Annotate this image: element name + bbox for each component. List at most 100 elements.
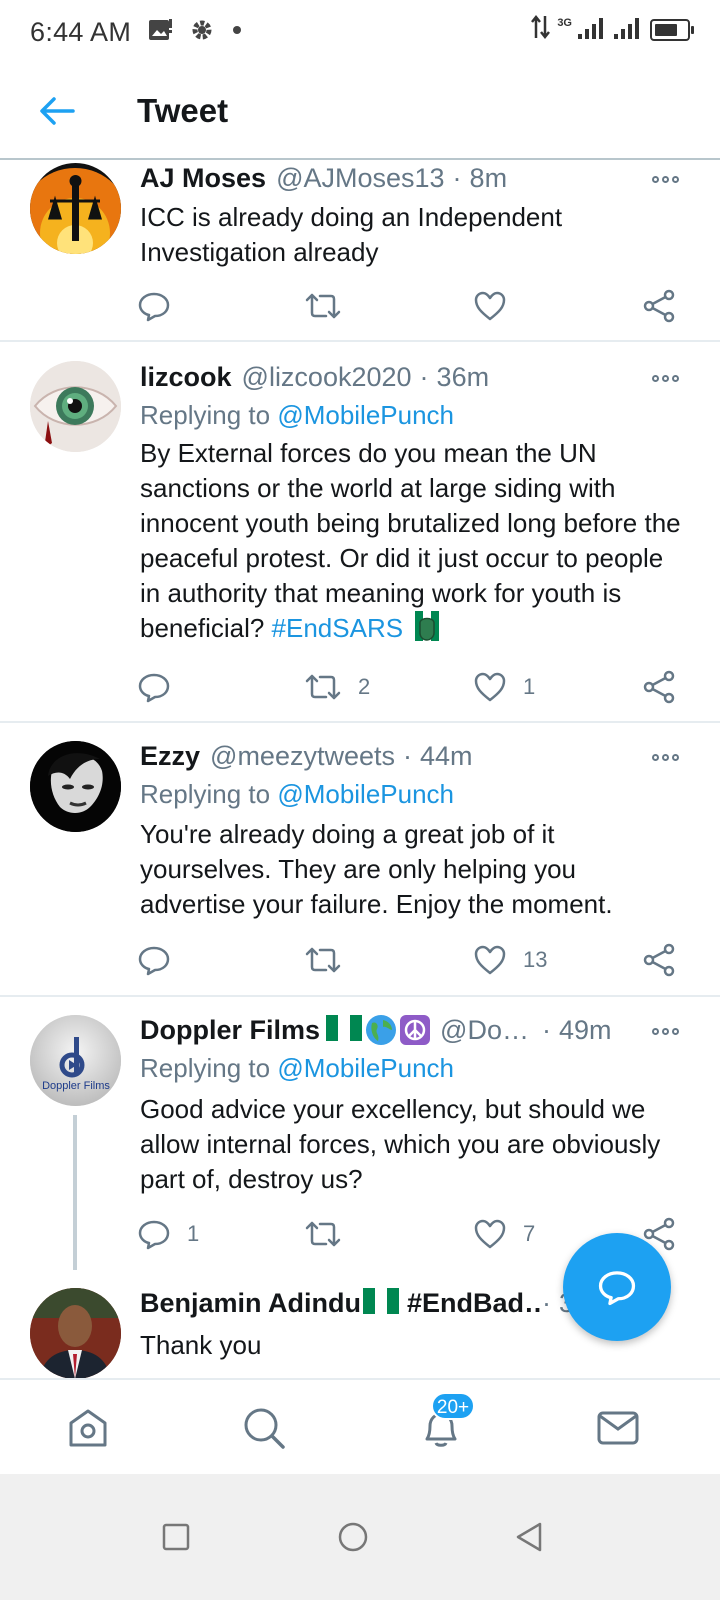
retweet-icon	[305, 1221, 341, 1247]
tab-messages[interactable]	[573, 1380, 663, 1476]
heart-icon	[474, 1219, 506, 1249]
tweet-item[interactable]: lizcook @lizcook2020 · 36m Replying to @…	[0, 342, 720, 723]
more-options-button[interactable]	[640, 363, 690, 393]
status-icons-right: 3G	[531, 14, 694, 45]
replying-to-label: Replying to	[140, 1053, 271, 1083]
author-name[interactable]: Doppler Films	[140, 1015, 320, 1046]
doppler-logo-text: Doppler Films	[42, 1080, 110, 1092]
retweet-button[interactable]	[304, 286, 342, 326]
author-handle[interactable]: @Do…	[440, 1015, 529, 1046]
heart-icon	[474, 945, 506, 975]
nigeria-flag-icon	[326, 1015, 363, 1041]
like-button[interactable]: 7	[473, 1214, 535, 1254]
status-time: 6:44 AM	[30, 16, 132, 47]
more-options-button[interactable]	[640, 742, 690, 772]
reply-button[interactable]	[137, 940, 171, 980]
author-name-hashtag: #EndBad…	[407, 1288, 540, 1318]
retweet-icon	[305, 674, 341, 700]
tweet-time: 44m	[420, 741, 473, 771]
tweet-time-group: · 49m	[534, 1015, 610, 1046]
notifications-badge: 20+	[431, 1392, 475, 1420]
author-handle[interactable]: @meezytweets	[210, 741, 395, 772]
reply-feed: AJ Moses @AJMoses13 · 8m ICC is already …	[0, 160, 720, 1405]
signal-icon-2	[614, 14, 644, 45]
settings-notification-icon	[189, 17, 215, 48]
more-notifications-dot-icon	[231, 23, 243, 41]
share-icon	[643, 943, 675, 977]
reply-icon	[598, 1271, 636, 1306]
separator: ·	[419, 362, 429, 392]
separator: ·	[403, 741, 412, 771]
share-button[interactable]	[642, 667, 676, 707]
triangle-back-icon	[516, 1522, 542, 1552]
author-name[interactable]: AJ Moses	[140, 163, 266, 194]
bottom-tab-bar	[0, 1378, 720, 1474]
author-name[interactable]: lizcook	[140, 362, 232, 393]
avatar[interactable]	[30, 361, 121, 452]
tweet-text-block: By External forces do you mean the UN sa…	[140, 436, 685, 646]
share-button[interactable]	[642, 286, 676, 326]
retweet-button[interactable]: 2	[304, 667, 370, 707]
like-button[interactable]: 13	[473, 940, 547, 980]
tweet-text: You're already doing a great job of it y…	[140, 819, 613, 919]
heart-icon	[474, 291, 506, 321]
globe-icon	[366, 1015, 397, 1045]
share-button[interactable]	[642, 940, 676, 980]
more-options-button[interactable]	[640, 164, 690, 194]
tweet-header: AJ Moses @AJMoses13 · 8m	[140, 163, 640, 194]
reply-button[interactable]: 1	[137, 1214, 199, 1254]
status-icons-left	[147, 17, 243, 48]
circle-icon	[338, 1522, 368, 1552]
arrow-left-icon	[40, 97, 75, 125]
avatar[interactable]	[30, 163, 121, 254]
back-button[interactable]	[27, 81, 87, 141]
nigeria-flag-icon	[363, 1288, 399, 1314]
more-options-button[interactable]	[640, 1016, 690, 1046]
replying-to-mention[interactable]: @MobilePunch	[277, 779, 454, 809]
like-button[interactable]: 1	[473, 667, 535, 707]
status-bar: 6:44 AM 3G	[0, 0, 720, 64]
like-button[interactable]	[473, 286, 507, 326]
compose-reply-button[interactable]	[563, 1233, 671, 1341]
recent-apps-button[interactable]	[141, 1502, 211, 1572]
reply-icon	[138, 946, 170, 976]
tweet-actions: 13	[0, 940, 720, 980]
reply-button[interactable]	[137, 286, 171, 326]
author-name[interactable]: Ezzy	[140, 741, 200, 772]
avatar[interactable]	[30, 741, 121, 832]
tweet-item[interactable]: Ezzy @meezytweets · 44m Replying to @Mob…	[0, 723, 720, 997]
heart-icon	[474, 672, 506, 702]
mail-icon	[597, 1411, 639, 1445]
peace-symbol-icon	[400, 1015, 431, 1045]
tweet-actions: 2 1	[0, 667, 720, 707]
tweet-time: 36m	[436, 362, 490, 392]
reply-button[interactable]	[137, 667, 171, 707]
gallery-notification-icon	[147, 17, 173, 48]
tweet-item[interactable]: AJ Moses @AJMoses13 · 8m ICC is already …	[0, 160, 720, 342]
author-name[interactable]: Benjamin Adindu	[140, 1288, 361, 1319]
retweet-icon	[305, 293, 341, 319]
avatar[interactable]	[30, 1288, 121, 1379]
author-handle[interactable]: @lizcook2020	[242, 362, 412, 393]
tab-search[interactable]	[219, 1380, 309, 1476]
retweet-button[interactable]	[304, 1214, 342, 1254]
retweet-button[interactable]	[304, 940, 342, 980]
back-nav-button[interactable]	[494, 1502, 564, 1572]
tweet-item[interactable]: Doppler Films Doppler Films @Do… · 49m R…	[0, 997, 720, 1270]
author-handle[interactable]: @AJMoses13	[276, 163, 444, 194]
tweet-time: 49m	[559, 1015, 610, 1045]
hashtag-link[interactable]: #EndSARS	[272, 613, 404, 643]
home-nav-button[interactable]	[318, 1502, 388, 1572]
top-app-bar: Tweet	[0, 64, 720, 160]
tweet-actions	[0, 286, 720, 326]
tweet-text: ICC is already doing an Independent Inve…	[140, 202, 563, 267]
system-nav-bar	[0, 1474, 720, 1600]
replying-to-mention[interactable]: @MobilePunch	[277, 1053, 454, 1083]
replying-to: Replying to @MobilePunch	[140, 1053, 454, 1084]
battery-icon	[650, 18, 694, 41]
replying-to-mention[interactable]: @MobilePunch	[277, 400, 454, 430]
share-icon	[643, 289, 675, 323]
tab-home[interactable]	[43, 1380, 133, 1476]
avatar[interactable]: Doppler Films	[30, 1015, 121, 1106]
tweet-text: Good advice your excellency, but should …	[140, 1094, 661, 1194]
